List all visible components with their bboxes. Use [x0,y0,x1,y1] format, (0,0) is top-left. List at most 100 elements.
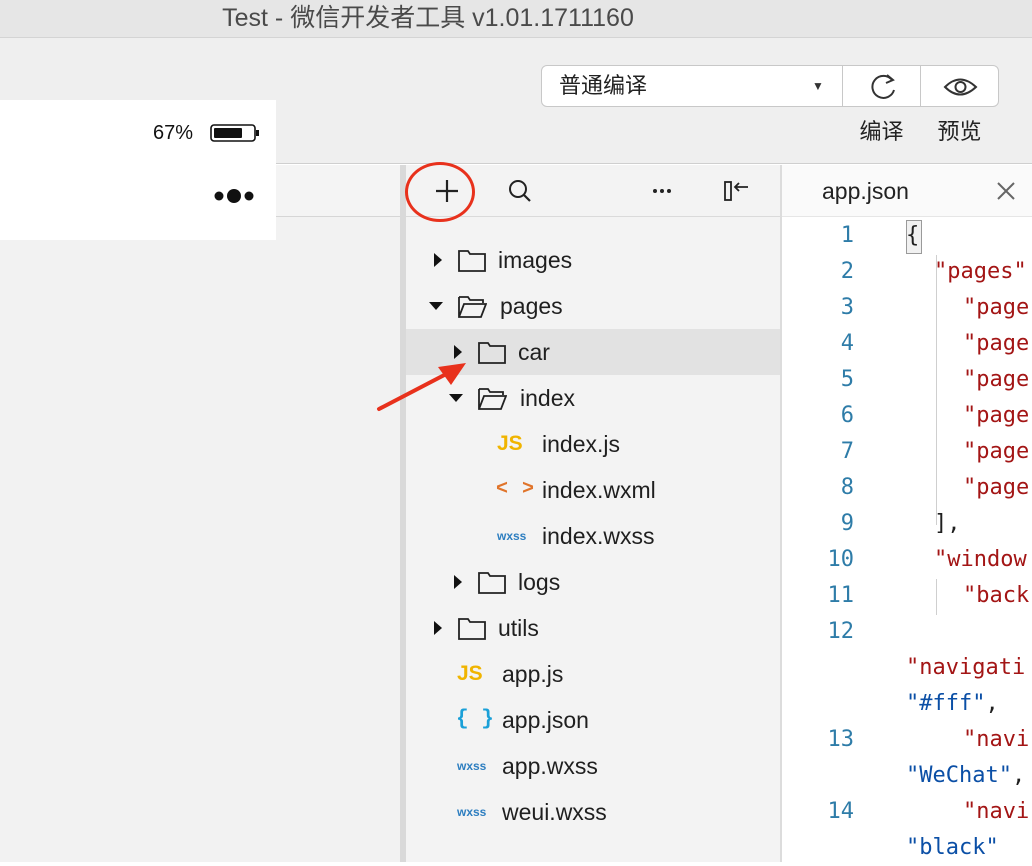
code-punct: , [985,691,999,716]
title-bar: Test - 微信开发者工具 v1.01.1711160 [0,0,1032,38]
compile-mode-value: 普通编译 [559,73,648,98]
code-editor[interactable]: app.json 1 2 3 4 5 6 7 8 9 10 11 12 13 1… [782,165,1032,862]
code-line: "navigati [906,655,1026,680]
wxml-file-icon: < > [496,478,536,501]
line-number: 7 [840,439,854,464]
code-line: "page [963,331,1030,356]
tree-item-label: car [518,339,550,365]
tree-item-label: index.wxss [542,523,655,549]
line-number: 11 [827,583,855,608]
arrow-annotation-icon [370,355,480,415]
code-line: "black" [906,835,999,860]
tree-item-images[interactable]: images [406,237,780,283]
tree-item-index-wxml[interactable]: < > index.wxml [406,467,780,513]
line-number: 14 [827,799,855,824]
code-line: "page [963,367,1030,392]
code-line: "#fff", [906,686,999,722]
code-line: "page [963,295,1030,320]
ellipsis-icon[interactable] [646,175,678,207]
code-string: "WeChat" [906,763,1012,788]
caret-right-icon[interactable] [431,605,445,651]
line-number: 12 [827,619,855,644]
line-number: 2 [840,259,854,284]
tree-item-pages[interactable]: pages [406,283,780,329]
simulator-panel [0,165,400,862]
search-icon[interactable] [504,175,536,207]
code-line: "window [934,547,1027,572]
code-line: "back [963,583,1030,608]
line-number: 1 [840,223,854,248]
js-file-icon: JS [457,662,483,685]
code-string: "#fff" [906,691,986,716]
code-line: "WeChat", [906,758,1025,794]
tree-item-app-wxss[interactable]: wxss app.wxss [406,743,780,789]
file-tree-panel: images pages car index JS index.js < > i… [405,162,780,862]
wxss-file-icon: wxss [497,529,527,543]
tree-item-label: index.wxml [542,477,656,503]
code-punct: , [1011,763,1026,788]
collapse-panel-icon[interactable] [721,175,753,207]
tree-item-label: app.json [502,707,589,733]
code-line: "pages" [934,259,1027,284]
line-number: 13 [827,727,855,752]
tree-item-app-js[interactable]: JS app.js [406,651,780,697]
phone-screen [0,100,276,240]
folder-icon [457,605,487,651]
tree-item-label: app.js [502,661,564,687]
tree-item-label: utils [498,615,539,641]
compile-label[interactable]: 编译 [842,118,921,146]
capsule-more-icon[interactable] [212,186,260,206]
tab-app-json[interactable]: app.json [822,165,909,217]
code-line: "page [963,403,1030,428]
folder-icon [477,559,507,605]
eye-icon [943,78,978,96]
tree-item-logs[interactable]: logs [406,559,780,605]
highlight-annotation [405,162,475,222]
tree-item-weui-wxss[interactable]: wxss weui.wxss [406,789,780,835]
caret-right-icon[interactable] [431,237,445,283]
refresh-icon [871,74,895,99]
tree-item-label: weui.wxss [502,799,607,825]
close-icon[interactable] [994,179,1018,203]
line-number: 9 [840,511,854,536]
compile-mode-select[interactable]: 普通编译 ▼ [541,65,843,107]
wxss-file-icon: wxss [457,759,487,773]
preview-label[interactable]: 预览 [920,118,999,146]
folder-icon [457,237,487,283]
json-file-icon: { } [456,708,494,731]
tree-item-index-js[interactable]: JS index.js [406,421,780,467]
tree-item-label: logs [518,569,561,595]
wxss-file-icon: wxss [457,805,487,819]
folder-open-icon [477,375,508,421]
indent-guide [936,255,937,525]
indent-guide [936,579,937,615]
code-line: "navi [963,727,1030,752]
compile-button[interactable] [842,65,921,107]
code-line: "navi [963,799,1030,824]
line-number: 5 [840,367,854,392]
caret-down-icon[interactable] [428,283,443,329]
tree-item-label: index [520,385,575,411]
code-line: ], [934,511,961,536]
editor-tabbar: app.json [782,165,1032,217]
js-file-icon: JS [497,432,523,455]
window-title: Test - 微信开发者工具 v1.01.1711160 [222,4,634,32]
tree-item-app-json[interactable]: { } app.json [406,697,780,743]
tree-item-index-wxss[interactable]: wxss index.wxss [406,513,780,559]
code-line: "page [963,439,1030,464]
tree-item-label: app.wxss [502,753,598,779]
tree-item-utils[interactable]: utils [406,605,780,651]
file-tree-toolbar [405,162,780,222]
tree-item-label: images [498,247,573,273]
line-number: 10 [827,547,855,572]
code-line: "page [963,475,1030,500]
folder-open-icon [457,283,488,329]
battery-icon [210,124,259,142]
tree-item-label: pages [500,293,563,319]
battery-percent: 67% [153,122,194,144]
caret-right-icon[interactable] [451,559,465,605]
preview-button[interactable] [920,65,999,107]
line-number: 8 [840,475,854,500]
line-number: 4 [840,331,854,356]
folder-icon [477,329,507,375]
